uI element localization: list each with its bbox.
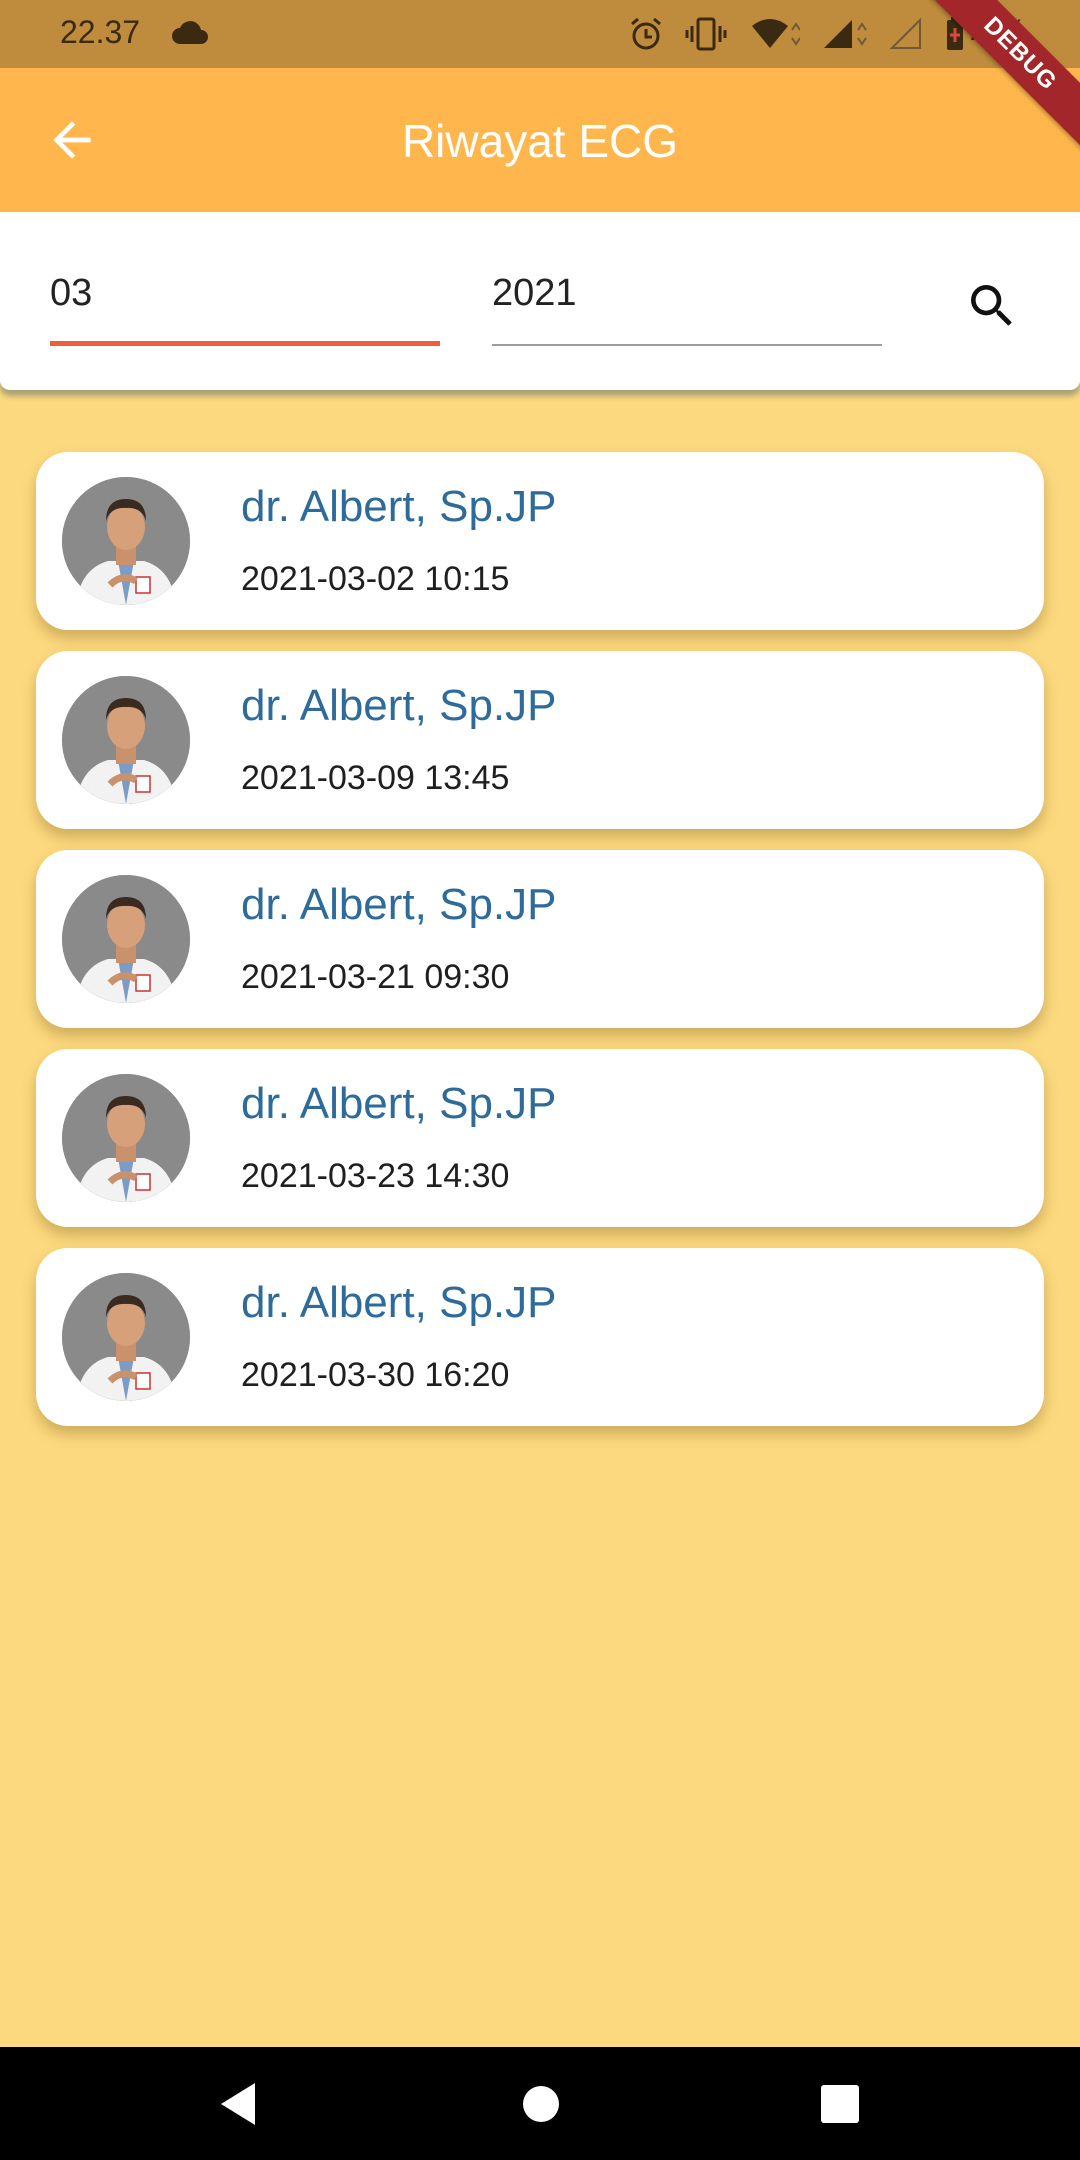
ecg-record-card[interactable]: dr. Albert, Sp.JP 2021-03-09 13:45 (36, 651, 1044, 829)
doctor-avatar (62, 875, 190, 1003)
doctor-name: dr. Albert, Sp.JP (241, 880, 557, 929)
page-title: Riwayat ECG (401, 115, 679, 167)
year-input[interactable] (492, 272, 882, 339)
status-time: 22.37 (60, 14, 141, 50)
doctor-name: dr. Albert, Sp.JP (241, 1278, 557, 1327)
ecg-record-card[interactable]: dr. Albert, Sp.JP 2021-03-30 16:20 (36, 1248, 1044, 1426)
record-datetime: 2021-03-23 14:30 (241, 1157, 510, 1195)
search-panel (0, 212, 1080, 390)
record-datetime: 2021-03-21 09:30 (241, 958, 510, 996)
nav-back-button[interactable] (215, 2079, 265, 2129)
ecg-record-card[interactable]: dr. Albert, Sp.JP 2021-03-23 14:30 (36, 1049, 1044, 1227)
doctor-name: dr. Albert, Sp.JP (241, 1079, 557, 1128)
doctor-avatar (62, 676, 190, 804)
doctor-avatar (62, 1273, 190, 1401)
doctor-avatar (62, 477, 190, 605)
signal-icon (820, 16, 868, 52)
back-triangle-icon (221, 2083, 255, 2125)
year-field-container (492, 272, 882, 346)
doctor-avatar (62, 1074, 190, 1202)
recents-square-icon (821, 2085, 859, 2123)
ecg-record-list: dr. Albert, Sp.JP 2021-03-02 10:15 dr. A… (36, 452, 1044, 1447)
record-datetime: 2021-03-02 10:15 (241, 560, 510, 598)
record-datetime: 2021-03-30 16:20 (241, 1356, 510, 1394)
record-datetime: 2021-03-09 13:45 (241, 759, 510, 797)
doctor-name: dr. Albert, Sp.JP (241, 482, 557, 531)
home-circle-icon (523, 2086, 559, 2122)
doctor-name: dr. Albert, Sp.JP (241, 681, 557, 730)
signal-empty-icon (888, 16, 924, 52)
wifi-icon (748, 16, 800, 52)
alarm-icon (628, 16, 664, 52)
cloud-icon (170, 18, 210, 46)
nav-home-button[interactable] (516, 2079, 566, 2129)
search-button[interactable] (964, 278, 1020, 334)
status-icons (628, 12, 966, 56)
month-input[interactable] (50, 272, 440, 339)
month-field-container (50, 272, 440, 346)
nav-recents-button[interactable] (815, 2079, 865, 2129)
status-bar: 22.37 73% (0, 0, 1080, 68)
app-bar: Riwayat ECG (0, 68, 1080, 212)
ecg-record-card[interactable]: dr. Albert, Sp.JP 2021-03-21 09:30 (36, 850, 1044, 1028)
system-nav-bar (0, 2047, 1080, 2160)
search-icon (971, 285, 1012, 326)
vibrate-icon (684, 16, 728, 52)
ecg-record-card[interactable]: dr. Albert, Sp.JP 2021-03-02 10:15 (36, 452, 1044, 630)
